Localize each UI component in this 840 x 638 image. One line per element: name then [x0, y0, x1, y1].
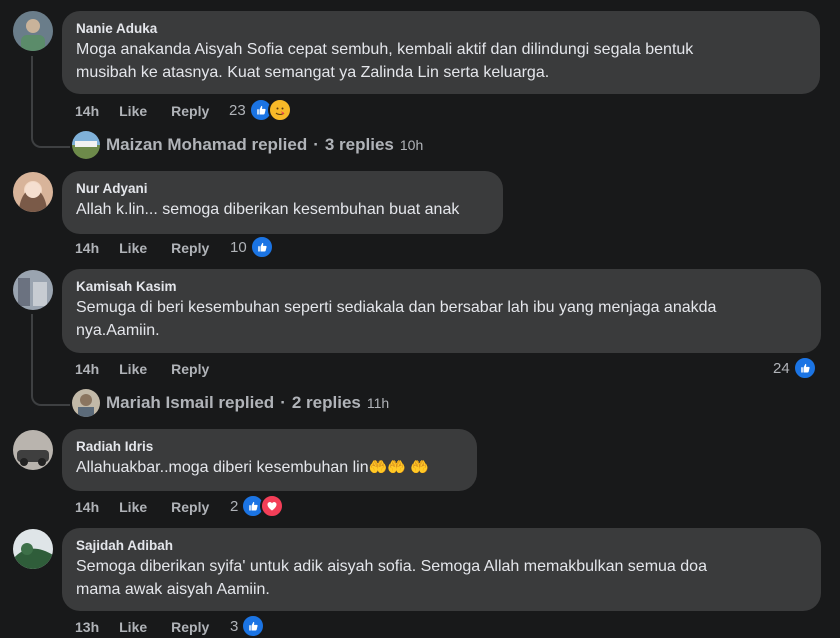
view-replies-link[interactable]: Maizan Mohamad replied · 3 replies 10h [72, 131, 423, 159]
comment-time[interactable]: 14h [75, 361, 99, 377]
comment-bubble: Nur Adyani Allah k.lin... semoga diberik… [62, 171, 503, 234]
reply-button[interactable]: Reply [171, 499, 209, 515]
reply-button[interactable]: Reply [171, 240, 209, 256]
thread-connector [31, 314, 70, 406]
view-replies-link[interactable]: Mariah Ismail replied · 2 replies 11h [72, 389, 389, 417]
like-button[interactable]: Like [119, 499, 147, 515]
reaction-count: 10 [230, 238, 247, 256]
reaction-summary[interactable]: 23 [229, 98, 292, 122]
reaction-count: 2 [230, 497, 239, 515]
thread-connector [31, 56, 70, 148]
comment-time[interactable]: 14h [75, 240, 99, 256]
emoji-raising-hands: 🤲🤲 🤲 [368, 459, 429, 476]
comment-author[interactable]: Nur Adyani [76, 180, 489, 198]
avatar-image [13, 270, 53, 310]
love-icon [260, 494, 285, 518]
comment-author[interactable]: Radiah Idris [76, 438, 463, 456]
comment-actions: 14h Like Reply [75, 497, 233, 517]
reply-button[interactable]: Reply [171, 619, 209, 635]
avatar[interactable] [13, 11, 53, 51]
comment-text: Allah k.lin... semoga diberikan kesembuh… [76, 201, 460, 218]
comment-bubble: Radiah Idris Allahuakbar..moga diberi ke… [62, 429, 477, 491]
like-button[interactable]: Like [119, 240, 147, 256]
reply-count: 2 replies [291, 393, 361, 412]
reaction-count: 3 [230, 617, 239, 635]
comment-actions: 14h Like Reply [75, 238, 233, 258]
comment-text: Semuga di beri kesembuhan seperti sediak… [76, 299, 717, 316]
comment-text: musibah ke atasnya. Kuat semangat ya Zal… [76, 64, 550, 81]
reply-avatar [72, 131, 100, 159]
reply-time: 11h [366, 395, 390, 411]
comment-bubble: Sajidah Adibah Semoga diberikan syifa' u… [62, 528, 821, 611]
reaction-summary[interactable]: 2 [230, 494, 285, 518]
like-icon [241, 614, 266, 638]
comment-text-content: Allahuakbar..moga diberi kesembuhan lin [76, 459, 369, 476]
reaction-count: 24 [773, 359, 790, 377]
comment-text: Semoga diberikan syifa' untuk adik aisya… [76, 558, 707, 575]
reaction-summary[interactable]: 3 [230, 614, 266, 638]
reply-time: 10h [399, 137, 424, 153]
reaction-summary[interactable]: 10 [230, 235, 274, 259]
comment-bubble: Kamisah Kasim Semuga di beri kesembuhan … [62, 269, 821, 353]
avatar[interactable] [13, 270, 53, 310]
reply-button[interactable]: Reply [171, 361, 209, 377]
like-icon [249, 235, 274, 259]
comment-text: Allahuakbar..moga diberi kesembuhan lin🤲… [76, 456, 463, 479]
comment-time[interactable]: 14h [75, 103, 99, 119]
reply-count: 3 replies [324, 135, 394, 154]
avatar-image [13, 11, 53, 51]
separator: · [280, 393, 286, 412]
comment-text: Moga anakanda Aisyah Sofia cepat sembuh,… [76, 41, 694, 58]
care-icon [267, 98, 292, 122]
reply-author: Mariah Ismail replied [106, 393, 275, 412]
reply-avatar [72, 389, 100, 417]
like-button[interactable]: Like [119, 619, 147, 635]
comment-time[interactable]: 14h [75, 499, 99, 515]
like-icon [792, 356, 817, 380]
reply-author: Maizan Mohamad replied [106, 135, 308, 154]
like-button[interactable]: Like [119, 103, 147, 119]
comment-actions: 14h Like Reply [75, 101, 233, 121]
avatar[interactable] [13, 430, 53, 470]
comment-time[interactable]: 13h [75, 619, 99, 635]
avatar-image [13, 172, 53, 212]
reaction-count: 23 [229, 101, 246, 119]
comment-bubble: Nanie Aduka Moga anakanda Aisyah Sofia c… [62, 11, 820, 94]
avatar[interactable] [13, 529, 53, 569]
reaction-summary[interactable]: 24 [773, 356, 817, 380]
comment-author[interactable]: Nanie Aduka [76, 20, 806, 38]
avatar-image [13, 529, 53, 569]
comment-text: mama awak aisyah Aamiin. [76, 581, 270, 598]
reply-button[interactable]: Reply [171, 103, 209, 119]
comment-actions: 14h Like Reply [75, 359, 233, 379]
avatar-image [13, 430, 53, 470]
avatar[interactable] [13, 172, 53, 212]
comment-text: nya.Aamiin. [76, 322, 160, 339]
comment-author[interactable]: Sajidah Adibah [76, 537, 807, 555]
comment-actions: 13h Like Reply [75, 617, 233, 637]
separator: · [313, 135, 319, 154]
comment-author[interactable]: Kamisah Kasim [76, 278, 807, 296]
like-button[interactable]: Like [119, 361, 147, 377]
